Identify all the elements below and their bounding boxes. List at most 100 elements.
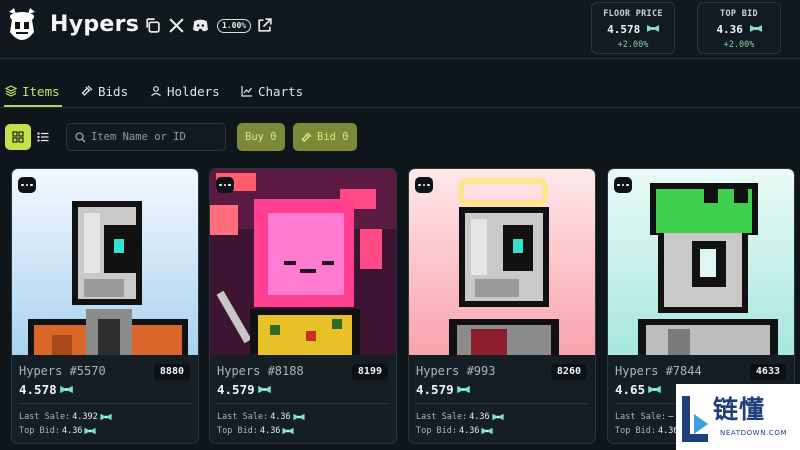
tab-bids-label: Bids [98,83,129,99]
x-logo-icon[interactable] [168,17,185,34]
nft-name: Hypers #7844 [615,364,702,378]
token-icon [60,385,73,394]
list-view-button[interactable] [30,124,56,150]
token-icon [293,413,305,421]
grid-view-button[interactable] [5,124,31,150]
nft-card[interactable]: Hypers #993 8260 4.579 Last Sale: 4.36 T… [408,168,596,444]
nft-name: Hypers #993 [416,364,496,378]
last-sale-value: 4.36 [270,412,291,422]
top-bid-label: Top Bid: [416,426,457,436]
nft-price: 4.578 [19,382,73,397]
more-options-button[interactable] [18,177,36,193]
search-box [66,123,226,151]
token-icon [648,385,661,394]
top-bid-row: Top Bid: 4.36 [19,426,96,436]
tab-items[interactable]: Items [5,78,60,104]
more-options-button[interactable] [614,177,632,193]
rank-badge: 8880 [153,364,190,380]
top-bid-label: Top Bid: [615,426,656,436]
token-icon [84,427,96,435]
nft-image [409,169,595,355]
tab-bids[interactable]: Bids [81,78,128,104]
top-bid-stat: TOP BID 4.36 +2.00% [697,2,781,54]
last-sale-row: Last Sale: – [615,412,673,422]
last-sale-value: 4.36 [469,412,490,422]
token-icon [481,427,493,435]
nft-image [608,169,794,355]
watermark-url: NEATDOWN.COM [720,429,788,437]
token-icon [492,413,504,421]
top-bid-change: +2.00% [723,40,755,50]
line-chart-icon [241,86,252,97]
watermark-logo-icon [682,396,708,442]
nft-image [210,169,396,355]
grid-icon [12,131,24,143]
nft-card[interactable]: Hypers #8188 8199 4.579 Last Sale: 4.36 … [209,168,397,444]
top-header: Hypers 1.00% FLOOR PRICE 4.578 +2.00% TO… [0,0,800,58]
nft-price: 4.579 [416,382,470,397]
card-divider [217,403,389,404]
card-divider [416,403,588,404]
top-bid-label: Top Bid: [19,426,60,436]
top-bid-row: Top Bid: 4.36 [217,426,294,436]
rank-badge: 8199 [351,364,388,380]
last-sale-row: Last Sale: 4.392 [19,412,112,422]
last-sale-row: Last Sale: 4.36 [416,412,504,422]
nft-price: 4.65 [615,382,661,397]
discord-icon[interactable] [192,17,209,34]
external-link-icon[interactable] [256,17,273,34]
top-bid-row: Top Bid: 4.36 [416,426,493,436]
token-icon [282,427,294,435]
hypers-logo-icon [9,8,35,40]
last-sale-label: Last Sale: [615,412,667,422]
last-sale-value: 4.392 [72,412,98,422]
last-sale-label: Last Sale: [19,412,71,422]
more-options-button[interactable] [415,177,433,193]
header-divider [0,58,800,59]
bid-button[interactable]: Bid 0 [293,123,357,151]
token-icon [100,413,112,421]
card-divider [19,403,191,404]
users-icon [151,86,161,97]
layers-icon [5,85,17,97]
search-icon [75,132,86,143]
last-sale-value: – [668,412,674,422]
last-sale-label: Last Sale: [416,412,468,422]
top-bid-row: Top Bid: 4.36 [615,426,678,436]
floor-price-label: FLOOR PRICE [603,9,663,19]
last-sale-row: Last Sale: 4.36 [217,412,305,422]
watermark-text: 链懂 [713,395,766,424]
rank-badge: 4633 [749,364,786,380]
top-bid-value: 4.36 [698,23,780,36]
top-bid-value: 4.36 [61,426,83,436]
token-icon [647,24,659,33]
watermark: 链懂 NEATDOWN.COM [676,384,800,450]
nft-card[interactable]: Hypers #5570 8880 4.578 Last Sale: 4.392… [11,168,199,444]
more-options-button[interactable] [216,177,234,193]
last-sale-label: Last Sale: [217,412,269,422]
floor-price-stat: FLOOR PRICE 4.578 +2.00% [591,2,675,54]
nft-image [12,169,198,355]
tabs-divider [0,107,800,108]
rank-badge: 8260 [550,364,587,380]
top-bid-label: Top Bid: [217,426,258,436]
gavel-icon [81,85,93,96]
token-icon [750,24,762,33]
top-bid-value: 4.36 [458,426,480,436]
search-input[interactable] [91,129,221,145]
floor-price-change: +2.00% [617,40,649,50]
tab-holders[interactable]: Holders [150,78,220,104]
collection-title: Hypers [50,12,140,37]
nft-name: Hypers #5570 [19,364,106,378]
copy-icon[interactable] [144,17,161,34]
tab-charts[interactable]: Charts [241,78,303,104]
top-bid-label: TOP BID [720,9,758,19]
buy-button[interactable]: Buy 0 [237,123,285,151]
floor-price-value: 4.578 [592,23,674,36]
nft-name: Hypers #8188 [217,364,304,378]
token-icon [457,385,470,394]
tab-charts-label: Charts [258,83,304,99]
change-badge: 1.00% [217,19,252,33]
top-bid-value: 4.36 [259,426,281,436]
gavel-icon [301,131,312,142]
